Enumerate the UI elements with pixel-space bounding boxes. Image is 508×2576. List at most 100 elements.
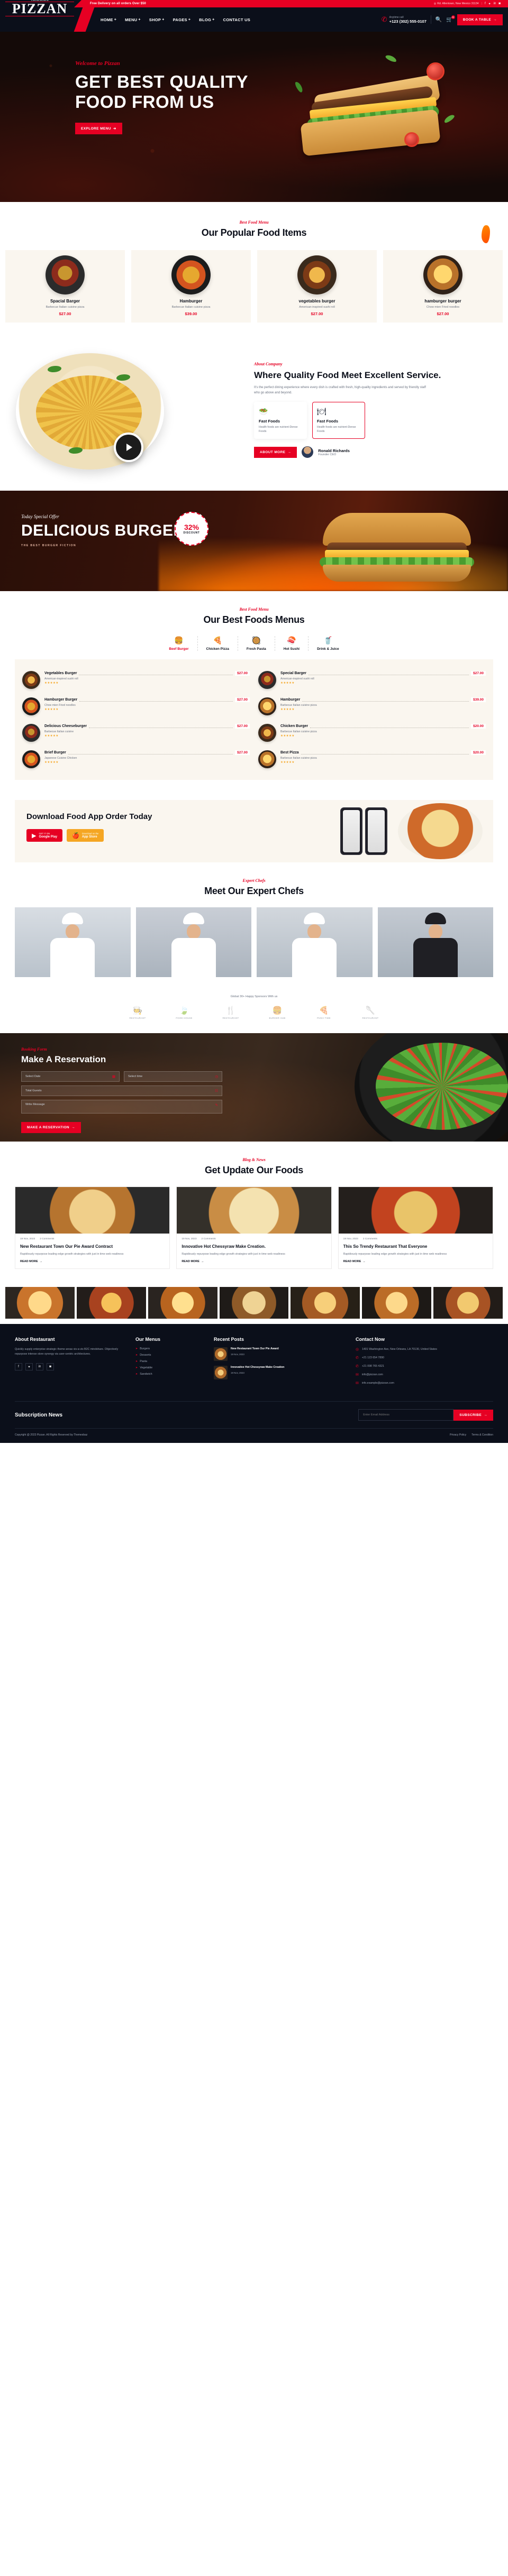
menu-item[interactable]: Vegetables Burger $27.00 American-inspir… [22, 667, 250, 693]
subscribe-button[interactable]: SUBSCRIBE → [453, 1409, 493, 1421]
sponsor-logo[interactable]: 🍴 RESTAURANT [214, 1006, 247, 1019]
contact-phone-alt[interactable]: ✆ +21 098 765 4321 [356, 1364, 488, 1368]
gallery-image[interactable] [362, 1287, 432, 1319]
blog-card[interactable]: 19 Nov, 2023 2 Comments New Restaurant T… [15, 1186, 170, 1269]
menu-item[interactable]: Brief Burger $27.00 Japanese Cuisine Chi… [22, 746, 250, 772]
food-card[interactable]: vegetables burger American-inspired sush… [257, 250, 377, 323]
read-more-link[interactable]: READ MORE → [15, 1256, 169, 1268]
facebook-icon[interactable]: f [485, 2, 486, 5]
select-date-input[interactable]: Select Date ▦ [21, 1071, 120, 1082]
sponsor-logo[interactable]: 🥄 RESTAURANT [354, 1006, 387, 1019]
food-card[interactable]: Spacial Barger Barbecue Italian cuisine … [5, 250, 125, 323]
phone-mockups [340, 807, 387, 855]
twitter-icon[interactable]: ✦ [488, 2, 491, 6]
about-more-button[interactable]: ABOUT MORE → [254, 446, 297, 458]
tab-chicken-pizza[interactable]: 🍕 Chicken Pizza [198, 636, 238, 651]
menu-item[interactable]: Special Barger $27.00 American-inspired … [258, 667, 486, 693]
gallery-image[interactable] [76, 1287, 146, 1319]
contact-email-alt[interactable]: ✉ info.example@pizzan.com [356, 1381, 488, 1385]
menu-item[interactable]: Best Pizza $20.00 Barbecue Italian cuisi… [258, 746, 486, 772]
facebook-icon[interactable]: f [15, 1363, 22, 1370]
menu-item[interactable]: Chicken Burger $20.00 Barbecue Italian c… [258, 720, 486, 746]
make-reservation-button[interactable]: MAKE A RESERVATION → [21, 1122, 81, 1133]
footer-menu-link[interactable]: ➤ Pasta [135, 1360, 204, 1363]
read-more-link[interactable]: READ MORE → [177, 1256, 331, 1268]
nav-label: BLOG [199, 17, 212, 22]
explore-menu-button[interactable]: EXPLORE MENU ➜ [75, 123, 122, 134]
chef-card[interactable] [377, 907, 493, 977]
menu-item[interactable]: Delicious Cheeseburger $27.00 Barbecue I… [22, 720, 250, 746]
sponsor-logo[interactable]: 🍃 FOOD HOUSE [168, 1006, 201, 1019]
select-time-input[interactable]: Select time ◷ [124, 1071, 222, 1082]
feature-card[interactable]: 🥗 Fast Foods Health foods are nutrient-D… [254, 402, 307, 439]
phone-block[interactable]: ✆ Anytime call +123 (302) 555-0107 [382, 15, 427, 24]
privacy-policy-link[interactable]: Privacy Policy [450, 1433, 466, 1437]
total-guests-input[interactable]: Total Guests ☷ [21, 1085, 222, 1096]
gallery-image[interactable] [219, 1287, 289, 1319]
rating-stars: ★★★★★ [280, 734, 295, 738]
sponsor-logo[interactable]: 🍕 PIZZA TIME [307, 1006, 340, 1019]
nav-item-blog[interactable]: BLOG + [199, 17, 214, 22]
app-store-button[interactable]: 🍎 Download on the App Store [67, 829, 104, 842]
contact-email[interactable]: ✉ info@pizzan.com [356, 1373, 488, 1377]
sponsor-name: FOOD HOUSE [176, 1017, 193, 1019]
blog-card[interactable]: 19 Nov, 2023 2 Comments Innovative Hot C… [176, 1186, 332, 1269]
footer-menu-link[interactable]: ➤ Burgers [135, 1347, 204, 1350]
nav-item-home[interactable]: HOME + [101, 17, 116, 22]
gallery-image[interactable] [291, 1287, 360, 1319]
blog-card[interactable]: 19 Nov, 2023 2 Comments This So Trendy R… [338, 1186, 493, 1269]
dot-leader [309, 671, 469, 675]
contact-text: info@pizzan.com [361, 1373, 383, 1376]
nav-item-pages[interactable]: PAGES + [173, 17, 191, 22]
linkedin-icon[interactable]: in [36, 1363, 43, 1370]
footer-post[interactable]: New Restaurant Town Our Pie Award 19 Nov… [214, 1347, 346, 1361]
footer-menu-link[interactable]: ➤ Desserts [135, 1354, 204, 1357]
footer-menu-link[interactable]: ➤ Sandwich [135, 1373, 204, 1376]
food-name: vegetables burger [298, 299, 335, 303]
popular-items-grid: Spacial Barger Barbecue Italian cuisine … [0, 250, 508, 323]
linkedin-icon[interactable]: in [494, 2, 496, 5]
menu-category-tabs: 🍔 Beef Burger 🍕 Chicken Pizza 🥘 Fresh Pa… [0, 636, 508, 651]
cart-icon[interactable]: 🛒 0 [446, 15, 455, 23]
read-more-link[interactable]: READ MORE → [339, 1256, 493, 1268]
discount-label: DISCOUNT [183, 531, 200, 535]
instagram-icon[interactable]: ◙ [498, 2, 501, 5]
gallery-image[interactable] [433, 1287, 503, 1319]
nav-item-shop[interactable]: SHOP + [149, 17, 165, 22]
footer-post[interactable]: Innovative Hot Chessyraw Make Creation 1… [214, 1366, 346, 1379]
nav-item-menu[interactable]: MENU + [125, 17, 141, 22]
newsletter-email-input[interactable] [358, 1409, 454, 1421]
food-card[interactable]: Hamburger Barbecue Italian cuisine pizza… [131, 250, 251, 323]
pizza-icon: 🍕 [319, 1006, 329, 1015]
chef-card[interactable] [257, 907, 373, 977]
search-icon[interactable]: 🔍 [436, 17, 442, 23]
tab-beef-burger[interactable]: 🍔 Beef Burger [160, 636, 198, 651]
tab-fresh-pasta[interactable]: 🥘 Fresh Pasta [238, 636, 275, 651]
contact-phone[interactable]: ✆ +21 123 654 7890 [356, 1356, 488, 1360]
tab-hot-sushi[interactable]: 🍣 Hot Sushi [275, 636, 309, 651]
menu-item[interactable]: Hamburger $39.00 Barbecue Italian cuisin… [258, 693, 486, 720]
footer-menu-link[interactable]: ➤ Vegetable [135, 1366, 204, 1369]
gallery-image[interactable] [5, 1287, 75, 1319]
book-a-table-button[interactable]: BOOK A TABLE → [457, 14, 503, 25]
sponsor-logo[interactable]: 🍔 BURGER HUB [261, 1006, 294, 1019]
terms-condition-link[interactable]: Terms & Condition [471, 1433, 493, 1437]
site-logo[interactable]: 🍴 ∾∾∾∾∾ PIZZAN [5, 0, 74, 16]
tab-drink-juice[interactable]: 🥤 Drink & Juice [309, 636, 348, 651]
feature-card[interactable]: 🍽 Fast Foods Health foods are nutrient-D… [312, 402, 365, 439]
chef-card[interactable] [15, 907, 131, 977]
video-play-button[interactable] [114, 433, 143, 462]
google-play-button[interactable]: ▶ GET IT ON Google Play [26, 829, 63, 842]
fork-plate-icon: 🍽 [317, 407, 326, 416]
sponsor-logo[interactable]: 🧑‍🍳 RESTAURANT [121, 1006, 154, 1019]
field-placeholder: Select Date [25, 1075, 41, 1078]
chef-card[interactable] [135, 907, 251, 977]
instagram-icon[interactable]: ◙ [47, 1363, 54, 1370]
twitter-icon[interactable]: ✦ [25, 1363, 33, 1370]
nav-item-contact-us[interactable]: CONTACT US [223, 17, 251, 22]
gallery-image[interactable] [148, 1287, 217, 1319]
food-name: Hamburger [179, 299, 203, 303]
menu-item[interactable]: Hamburger Burger $27.00 Chow mien Fried … [22, 693, 250, 720]
food-card[interactable]: hamburger burger Chow mien Fried noodles… [383, 250, 503, 323]
write-message-input[interactable]: Write Message ✎ [21, 1100, 222, 1114]
